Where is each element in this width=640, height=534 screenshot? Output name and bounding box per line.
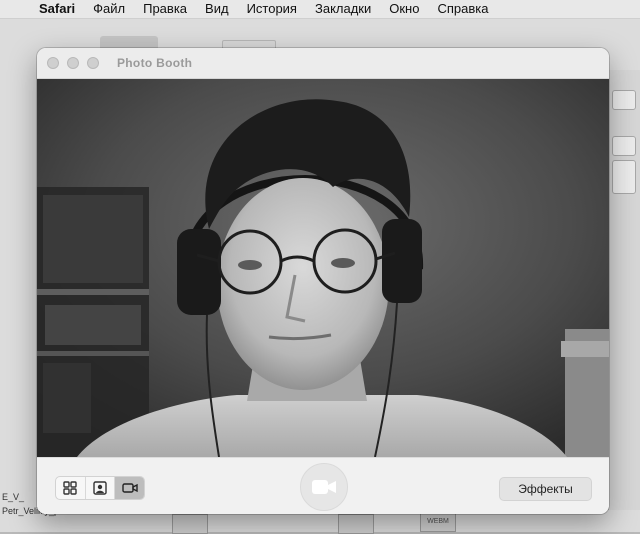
video-mode-button[interactable] bbox=[115, 477, 144, 499]
menu-app-safari[interactable]: Safari bbox=[30, 0, 84, 18]
video-camera-icon bbox=[312, 480, 336, 494]
four-up-mode-button[interactable] bbox=[56, 477, 86, 499]
background-thumbnail-webm: WEBM bbox=[420, 512, 456, 532]
menu-view[interactable]: Вид bbox=[196, 0, 238, 18]
background-control bbox=[612, 160, 636, 194]
record-button[interactable] bbox=[300, 463, 348, 511]
menu-bar: Safari Файл Правка Вид История Закладки … bbox=[0, 0, 640, 19]
zoom-button[interactable] bbox=[87, 57, 99, 69]
video-camera-icon bbox=[121, 483, 138, 493]
menu-history[interactable]: История bbox=[238, 0, 306, 18]
menu-file[interactable]: Файл bbox=[84, 0, 134, 18]
camera-feed-image bbox=[37, 79, 609, 457]
minimize-button[interactable] bbox=[67, 57, 79, 69]
menu-window[interactable]: Окно bbox=[380, 0, 428, 18]
close-button[interactable] bbox=[47, 57, 59, 69]
background-thumbnail bbox=[338, 514, 374, 534]
window-titlebar[interactable]: Photo Booth bbox=[37, 48, 609, 79]
menu-bookmarks[interactable]: Закладки bbox=[306, 0, 380, 18]
menu-edit[interactable]: Правка bbox=[134, 0, 196, 18]
portrait-photo-icon bbox=[93, 481, 107, 495]
background-control bbox=[612, 90, 636, 110]
photo-booth-toolbar: Эффекты bbox=[37, 457, 609, 514]
background-control bbox=[612, 136, 636, 156]
single-photo-mode-button[interactable] bbox=[86, 477, 116, 499]
grid-four-icon bbox=[63, 481, 78, 495]
view-mode-segmented-control bbox=[55, 476, 145, 500]
photo-booth-window: Photo Booth Эффекты bbox=[37, 48, 609, 514]
menu-help[interactable]: Справка bbox=[428, 0, 497, 18]
background-file-label: E_V_ bbox=[2, 492, 25, 502]
effects-button[interactable]: Эффекты bbox=[499, 477, 592, 501]
camera-preview bbox=[37, 79, 609, 457]
background-thumbnail bbox=[172, 514, 208, 534]
window-title: Photo Booth bbox=[117, 56, 193, 70]
